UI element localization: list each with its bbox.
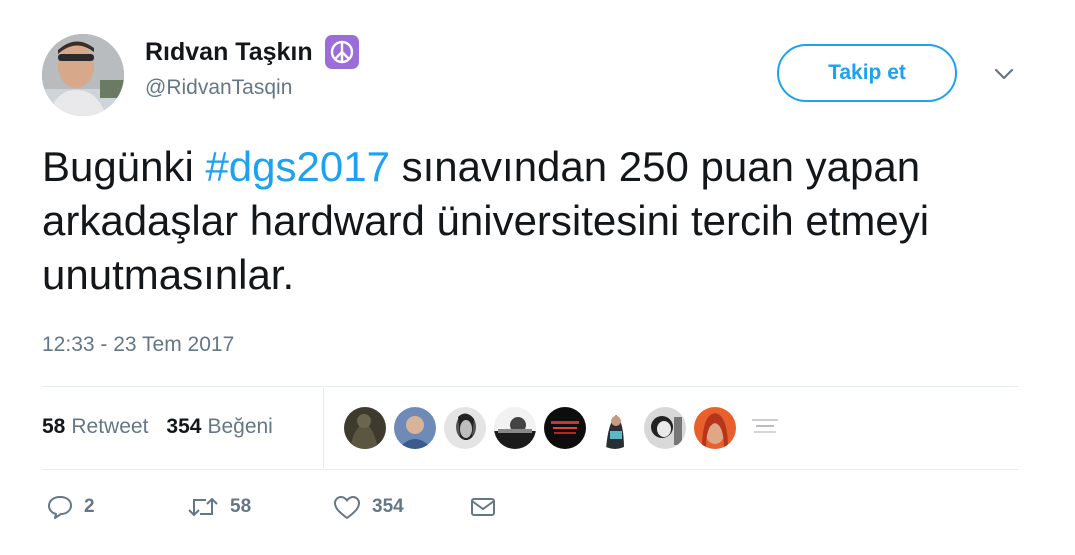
tweet-actions: 2 58 354: [42, 490, 498, 524]
peace-sign-icon: [324, 35, 359, 69]
chevron-down-icon[interactable]: [992, 64, 1016, 84]
like-button[interactable]: 354: [332, 493, 468, 521]
tweet-text: Bugünki #dgs2017 sınavından 250 puan yap…: [42, 140, 1002, 302]
retweet-action-count: 58: [230, 496, 252, 517]
liker-avatar[interactable]: [394, 407, 436, 449]
liker-avatar[interactable]: [344, 407, 386, 449]
liker-avatar[interactable]: [444, 407, 486, 449]
liker-avatars: [344, 406, 794, 450]
envelope-icon: [468, 493, 498, 521]
follow-button[interactable]: Takip et: [777, 44, 957, 102]
liker-avatar[interactable]: [744, 407, 786, 449]
retweet-count: 58: [42, 415, 66, 438]
author-photo: [42, 34, 124, 116]
like-stat[interactable]: 354 Beğeni: [166, 415, 272, 439]
message-button[interactable]: [468, 493, 498, 521]
reply-count: 2: [84, 496, 95, 517]
tweet-timestamp[interactable]: 12:33 - 23 Tem 2017: [42, 333, 234, 357]
hashtag-link[interactable]: #dgs2017: [205, 143, 390, 190]
retweet-icon: [186, 493, 220, 521]
divider: [42, 469, 1019, 470]
author-avatar[interactable]: [42, 34, 124, 116]
liker-avatar[interactable]: [544, 407, 586, 449]
like-count: 354: [166, 415, 202, 438]
reply-icon: [46, 493, 74, 521]
tweet-stats: 58 Retweet 354 Beğeni: [42, 412, 291, 442]
like-label: Beğeni: [207, 415, 273, 438]
retweet-button[interactable]: 58: [186, 493, 332, 521]
liker-avatar[interactable]: [594, 407, 636, 449]
liker-avatar[interactable]: [494, 407, 536, 449]
vertical-divider: [323, 388, 324, 468]
author-name[interactable]: Rıdvan Taşkın: [145, 38, 313, 67]
like-action-count: 354: [372, 496, 404, 517]
retweet-stat[interactable]: 58 Retweet: [42, 415, 148, 439]
liker-avatar[interactable]: [694, 407, 736, 449]
heart-icon: [332, 493, 362, 521]
author-handle[interactable]: @RidvanTasqin: [145, 76, 292, 100]
author-name-row: Rıdvan Taşkın: [145, 34, 359, 70]
liker-avatar[interactable]: [644, 407, 686, 449]
tweet-text-start: Bugünki: [42, 143, 206, 190]
retweet-label: Retweet: [71, 415, 149, 438]
reply-button[interactable]: 2: [46, 493, 186, 521]
divider: [42, 386, 1019, 387]
